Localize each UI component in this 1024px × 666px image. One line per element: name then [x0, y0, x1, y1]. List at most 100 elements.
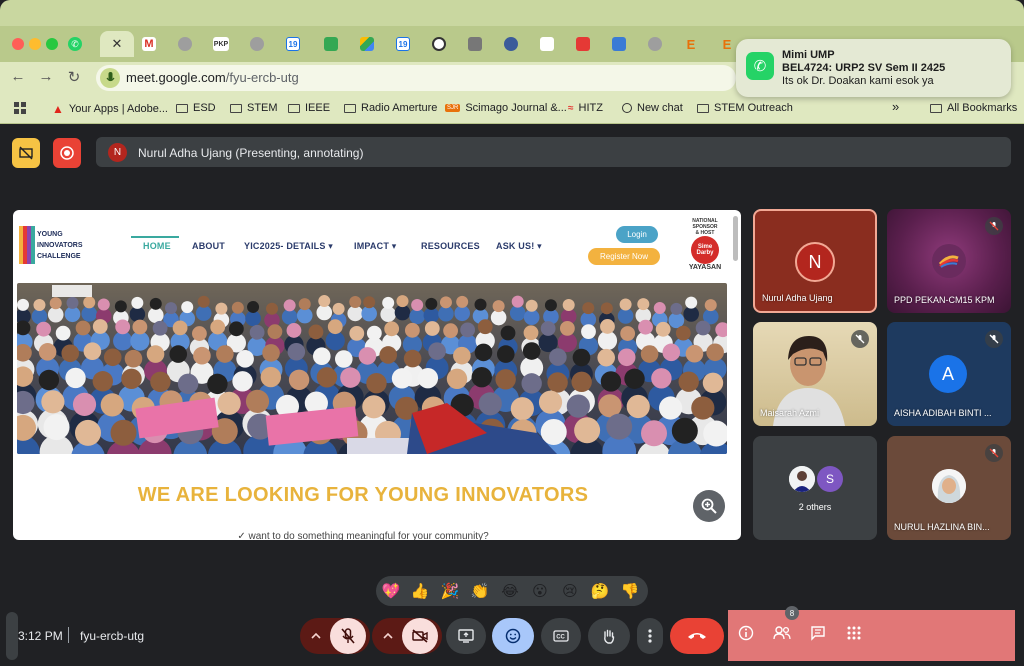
- nav-ask-us[interactable]: ASK US! ▾: [496, 241, 542, 252]
- tab-generic-8[interactable]: [638, 31, 672, 57]
- meeting-info-button[interactable]: [735, 622, 757, 644]
- meeting-time: 3:12 PM: [18, 629, 63, 643]
- login-button[interactable]: Login: [616, 226, 658, 243]
- nav-resources[interactable]: RESOURCES: [421, 241, 480, 251]
- annotation-toggle-button[interactable]: [12, 138, 40, 168]
- more-options-button[interactable]: [637, 618, 663, 654]
- tab-generic-3[interactable]: [458, 31, 492, 57]
- reaction-thinking[interactable]: 🤔: [589, 580, 611, 602]
- participant-name: Maisarah Azmi: [760, 408, 820, 418]
- reaction-laugh[interactable]: 😂: [499, 580, 521, 602]
- gear-icon: [504, 37, 518, 51]
- forward-button[interactable]: →: [36, 68, 56, 85]
- bookmark-esd[interactable]: ESD: [176, 102, 216, 114]
- participant-tile-nurul-hazlina[interactable]: NURUL HAZLINA BIN...: [887, 436, 1011, 540]
- notification-title: BEL4724: URP2 SV Sem II 2425: [782, 62, 946, 74]
- tab-openai[interactable]: [422, 31, 456, 57]
- tab-generic-6[interactable]: [566, 31, 600, 57]
- tab-generic-2[interactable]: [240, 31, 274, 57]
- present-screen-button[interactable]: [446, 618, 486, 654]
- url-text[interactable]: meet.google.com/fyu-ercb-utg: [126, 70, 299, 85]
- openai-icon: [622, 103, 632, 113]
- gmail-icon: M: [142, 37, 156, 51]
- participant-name: NURUL HAZLINA BIN...: [894, 522, 990, 532]
- tab-generic-1[interactable]: [168, 31, 202, 57]
- chat-button[interactable]: [807, 622, 829, 644]
- page-scrollbar[interactable]: [733, 216, 738, 261]
- microphone-icon[interactable]: [100, 68, 120, 88]
- recording-button[interactable]: [53, 138, 81, 168]
- tab-whatsapp[interactable]: ✆: [58, 31, 92, 57]
- reaction-clap[interactable]: 👏: [469, 580, 491, 602]
- apps-grid-icon: [847, 626, 861, 640]
- tab-e-1[interactable]: E: [674, 31, 708, 57]
- sponsor-name: YAYASAN: [688, 264, 722, 271]
- bookmark-radio[interactable]: Radio Amerture: [344, 102, 437, 114]
- close-window-button[interactable]: [12, 38, 24, 50]
- bookmark-stem-outreach[interactable]: STEM Outreach: [697, 102, 793, 114]
- page-subline: ✓ want to do something meaningful for yo…: [237, 531, 489, 540]
- bookmark-new-chat[interactable]: New chat: [622, 102, 683, 114]
- maximize-window-button[interactable]: [46, 38, 58, 50]
- participant-tile-others[interactable]: S 2 others: [753, 436, 877, 540]
- tab-meet[interactable]: ✕: [100, 31, 134, 57]
- bookmark-ieee[interactable]: IEEE: [288, 102, 330, 114]
- tab-generic-5[interactable]: [530, 31, 564, 57]
- leave-call-button[interactable]: [670, 618, 724, 654]
- mic-off-icon: [985, 330, 1003, 348]
- camera-toggle-button[interactable]: [402, 618, 438, 654]
- whatsapp-icon: ✆: [68, 37, 82, 51]
- reaction-surprised[interactable]: 😮: [529, 580, 551, 602]
- bookmark-stem[interactable]: STEM: [230, 102, 278, 114]
- participant-avatar: S: [817, 466, 843, 492]
- svg-text:CC: CC: [556, 635, 565, 641]
- chevron-up-icon: [383, 632, 393, 639]
- reaction-heart[interactable]: 💖: [380, 580, 402, 602]
- tab-maps[interactable]: [314, 31, 348, 57]
- close-tab-icon[interactable]: ✕: [112, 36, 123, 52]
- tab-calendar-2[interactable]: 19: [386, 31, 420, 57]
- bookmark-adobe[interactable]: ▲ Your Apps | Adobe...: [52, 102, 168, 116]
- nav-impact[interactable]: IMPACT ▾: [354, 241, 396, 252]
- reactions-button[interactable]: [492, 618, 534, 654]
- tab-pkp[interactable]: PKP: [204, 31, 238, 57]
- presenting-label: Nurul Adha Ujang (Presenting, annotating…: [138, 146, 364, 160]
- bookmark-hitz[interactable]: ≈ HITZ: [568, 102, 603, 114]
- participant-tile-aisha[interactable]: A AISHA ADIBAH BINTI ...: [887, 322, 1011, 426]
- tab-drive[interactable]: [350, 31, 384, 57]
- minimize-window-button[interactable]: [29, 38, 41, 50]
- all-bookmarks-button[interactable]: All Bookmarks: [930, 102, 1017, 114]
- apps-grid-icon[interactable]: [14, 102, 26, 114]
- reaction-thumbs-up[interactable]: 👍: [409, 580, 431, 602]
- yic-logo[interactable]: YOUNG INNOVATORS CHALLENGE: [19, 224, 83, 266]
- raise-hand-button[interactable]: [588, 618, 630, 654]
- participant-tile-ppd-pekan[interactable]: PPD PEKAN-CM15 KPM: [887, 209, 1011, 313]
- activities-button[interactable]: [843, 622, 865, 644]
- back-button[interactable]: ←: [8, 68, 28, 85]
- people-button[interactable]: [771, 622, 793, 644]
- nav-about[interactable]: ABOUT: [192, 241, 225, 251]
- register-now-button[interactable]: Register Now: [588, 248, 660, 265]
- chevron-up-icon: [311, 632, 321, 639]
- nav-home[interactable]: HOME: [143, 241, 171, 251]
- captions-button[interactable]: CC: [541, 618, 581, 654]
- tab-generic-4[interactable]: [494, 31, 528, 57]
- tab-gmail[interactable]: M: [132, 31, 166, 57]
- bookmarks-overflow-button[interactable]: »: [892, 99, 899, 114]
- participant-tile-nurul-adha[interactable]: N Nurul Adha Ujang: [753, 209, 877, 313]
- chat-icon: [811, 626, 825, 641]
- participant-tile-maisarah[interactable]: Maisarah Azmi: [753, 322, 877, 426]
- tab-generic-7[interactable]: [602, 31, 636, 57]
- tab-calendar-1[interactable]: 19: [276, 31, 310, 57]
- globe-icon: [648, 37, 662, 51]
- nav-yic2025-details[interactable]: YIC2025- DETAILS ▾: [244, 241, 333, 252]
- reaction-party[interactable]: 🎉: [439, 580, 461, 602]
- reload-button[interactable]: ↻: [64, 68, 84, 86]
- side-handle[interactable]: [6, 612, 18, 660]
- zoom-in-button[interactable]: [693, 490, 725, 522]
- bookmark-scimago[interactable]: SJR Scimago Journal &...: [445, 102, 567, 114]
- reaction-sad[interactable]: 😢: [559, 580, 581, 602]
- mic-toggle-button[interactable]: [330, 618, 366, 654]
- reaction-thumbs-down[interactable]: 👎: [619, 580, 641, 602]
- scimago-icon: SJR: [445, 104, 461, 112]
